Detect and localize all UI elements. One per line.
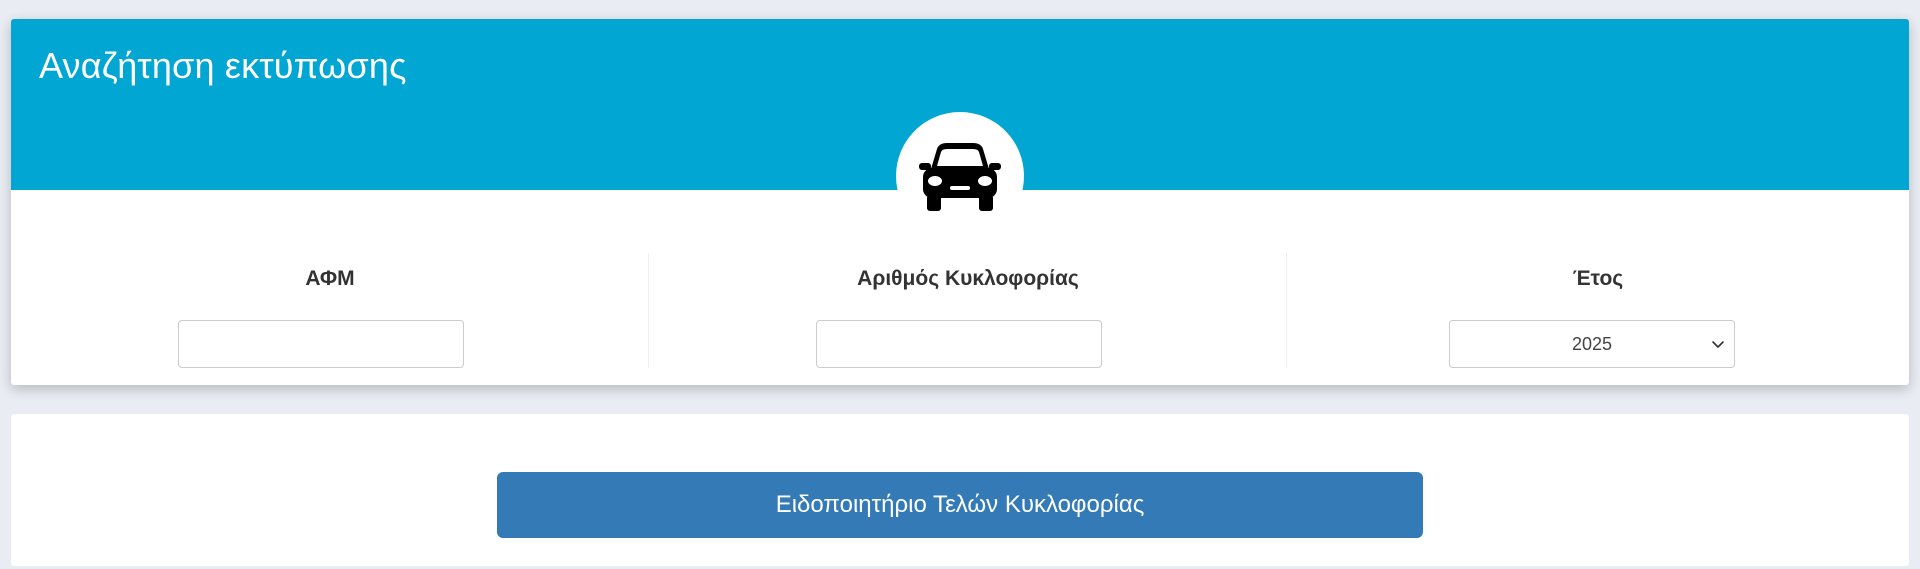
search-fields-row: ΑΦΜ Αριθμός Κυκλοφορίας Έτος 2025 bbox=[11, 233, 1909, 368]
search-card: Αναζήτηση εκτύπωσης ΑΦΜ Αριθμός Κυκλοφορ… bbox=[11, 19, 1909, 385]
year-label: Έτος bbox=[1572, 267, 1624, 290]
plate-number-input[interactable] bbox=[816, 320, 1102, 368]
chevron-down-icon bbox=[1712, 341, 1724, 348]
year-select[interactable]: 2025 bbox=[1449, 320, 1735, 368]
car-badge bbox=[896, 112, 1024, 240]
afm-label: ΑΦΜ bbox=[305, 267, 355, 290]
afm-input[interactable] bbox=[178, 320, 464, 368]
traffic-fees-notice-button[interactable]: Ειδοποιητήριο Τελών Κυκλοφορίας bbox=[497, 472, 1423, 538]
field-afm: ΑΦΜ bbox=[11, 233, 649, 368]
action-card: Ειδοποιητήριο Τελών Κυκλοφορίας bbox=[11, 414, 1909, 566]
page-title: Αναζήτηση εκτύπωσης bbox=[39, 45, 407, 86]
car-icon bbox=[919, 143, 1001, 211]
year-select-value: 2025 bbox=[1571, 333, 1613, 354]
plate-label: Αριθμός Κυκλοφορίας bbox=[857, 267, 1079, 290]
field-plate: Αριθμός Κυκλοφορίας bbox=[649, 233, 1287, 368]
field-year: Έτος 2025 bbox=[1287, 233, 1909, 368]
